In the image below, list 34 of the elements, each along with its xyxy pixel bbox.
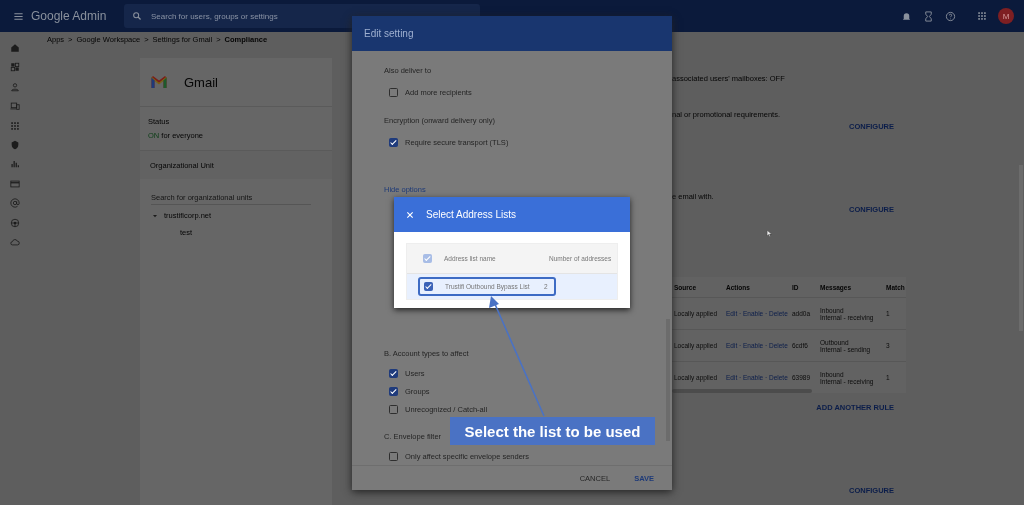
dialog-title: Edit setting <box>352 16 672 51</box>
checkbox[interactable] <box>389 368 398 378</box>
dialog-title: Select Address Lists <box>426 209 517 220</box>
caret-icon[interactable] <box>152 212 158 219</box>
home-icon[interactable] <box>10 43 20 53</box>
checkbox[interactable] <box>389 386 398 396</box>
checkbox[interactable] <box>389 404 398 414</box>
dashboard-icon[interactable] <box>10 62 20 73</box>
app-title: Google Admin <box>31 9 108 23</box>
avatar[interactable]: M <box>998 8 1014 24</box>
menu-icon[interactable] <box>13 10 24 22</box>
checkbox[interactable] <box>389 137 398 147</box>
callout-label: Select the list to be used <box>450 417 655 445</box>
cloud-icon[interactable] <box>10 236 20 247</box>
checkbox[interactable] <box>423 254 432 263</box>
bar-chart-icon[interactable] <box>10 159 20 170</box>
checkbox[interactable] <box>424 282 433 291</box>
envelope-logo-icon <box>150 73 168 91</box>
at-sign-icon[interactable] <box>10 198 20 209</box>
search-icon <box>132 11 142 21</box>
person-icon[interactable] <box>10 81 20 92</box>
shield-icon[interactable] <box>10 139 20 150</box>
checkbox[interactable] <box>389 87 398 97</box>
close-icon[interactable] <box>406 210 414 219</box>
app-name: Gmail <box>184 74 218 90</box>
checkbox[interactable] <box>389 451 398 461</box>
apps-grid-icon[interactable] <box>10 120 20 131</box>
devices-icon[interactable] <box>10 101 20 112</box>
apps-grid-icon[interactable] <box>977 11 987 21</box>
wheel-icon[interactable] <box>10 217 20 228</box>
hourglass-icon[interactable] <box>923 10 934 22</box>
card-icon[interactable] <box>10 178 20 189</box>
help-icon[interactable] <box>945 10 956 22</box>
cursor-icon <box>766 229 773 238</box>
